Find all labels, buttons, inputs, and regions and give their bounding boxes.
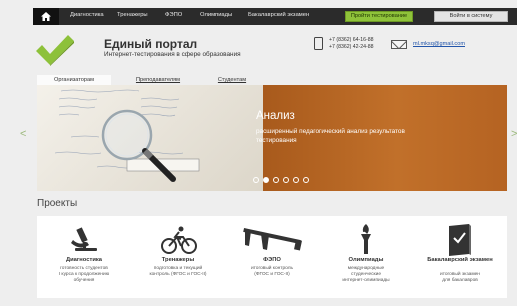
slide-title: Анализ xyxy=(256,110,295,122)
slider-dot[interactable] xyxy=(253,177,259,183)
project-trainers[interactable]: Тренажеры подготовка и текущий контроль … xyxy=(131,216,225,298)
slide-text-line2: тестирования xyxy=(256,137,297,144)
slide-text-line1: расширенный педагогический анализ резуль… xyxy=(256,128,405,135)
tab-students[interactable]: Студентам xyxy=(204,75,260,85)
cyclist-icon xyxy=(161,226,197,254)
home-icon xyxy=(41,12,51,21)
phone-number-2: +7 (8362) 42-24-88 xyxy=(329,44,374,50)
portal-title: Единый портал xyxy=(104,37,198,51)
home-button[interactable] xyxy=(33,8,59,25)
project-desc-line: контроль (ФГОС и ГОС-II) xyxy=(149,272,207,277)
nav-fepo[interactable]: ФЭПО xyxy=(165,12,182,18)
slide-image xyxy=(37,85,263,191)
slider-dot[interactable] xyxy=(273,177,279,183)
nav-trainers[interactable]: Тренажеры xyxy=(117,12,148,18)
book-icon xyxy=(449,224,471,256)
prev-slide-arrow-icon[interactable]: < xyxy=(20,128,26,140)
microscope-icon xyxy=(71,227,97,251)
projects-heading: Проекты xyxy=(37,198,78,209)
slide-background xyxy=(263,85,507,191)
nav-bachelor-exam[interactable]: Бакалаврский экзамен xyxy=(248,12,309,18)
project-title: Диагностика xyxy=(65,257,103,263)
project-title: ФЭПО xyxy=(263,257,281,263)
project-title: Тренажеры xyxy=(161,257,195,263)
project-desc-line: интернет-олимпиады xyxy=(342,278,390,283)
portal-subtitle: Интернет-тестирования в сфере образовани… xyxy=(104,51,241,58)
email-link[interactable]: ml.mksq@gmail.com xyxy=(413,41,465,47)
project-diagnostics[interactable]: Диагностика готовность студентов I курса… xyxy=(37,216,131,298)
project-fepo[interactable]: ФЭПО итоговый контроль (ФГОС и ГОС-II) xyxy=(225,216,319,298)
torch-icon xyxy=(361,224,371,254)
top-nav: Диагностика Тренажеры ФЭПО Олимпиады Бак… xyxy=(33,8,517,25)
slider-dot[interactable] xyxy=(283,177,289,183)
slider-dot[interactable] xyxy=(303,177,309,183)
project-title: Олимпиады xyxy=(348,257,384,263)
tab-teachers[interactable]: Преподавателям xyxy=(120,75,196,85)
nav-olympiads[interactable]: Олимпиады xyxy=(200,12,232,18)
start-test-button[interactable]: Пройти тестирование xyxy=(345,11,413,22)
mail-icon xyxy=(391,40,407,49)
project-bachelor-exam[interactable]: Бакалаврский экзамен итоговый экзамен дл… xyxy=(413,216,507,298)
next-slide-arrow-icon[interactable]: > xyxy=(511,128,517,140)
caliper-icon xyxy=(243,228,302,251)
tab-organizers[interactable]: Организаторам xyxy=(37,75,111,85)
phone-number-1: +7 (8362) 64-16-88 xyxy=(329,37,374,43)
project-olympiads[interactable]: Олимпиады международные студенческие инт… xyxy=(319,216,413,298)
project-desc-line: обучения xyxy=(73,278,95,283)
nav-diagnostics[interactable]: Диагностика xyxy=(70,12,104,18)
project-title: Бакалаврский экзамен xyxy=(427,257,493,263)
checkmark-logo-icon xyxy=(36,35,74,66)
slider-dot[interactable] xyxy=(263,177,269,183)
project-desc-line: для бакалавров xyxy=(442,278,478,283)
login-button[interactable]: Войти в систему xyxy=(434,11,508,22)
project-desc-line: (ФГОС и ГОС-II) xyxy=(254,272,290,277)
slider-dot[interactable] xyxy=(293,177,299,183)
phone-icon xyxy=(314,37,323,50)
